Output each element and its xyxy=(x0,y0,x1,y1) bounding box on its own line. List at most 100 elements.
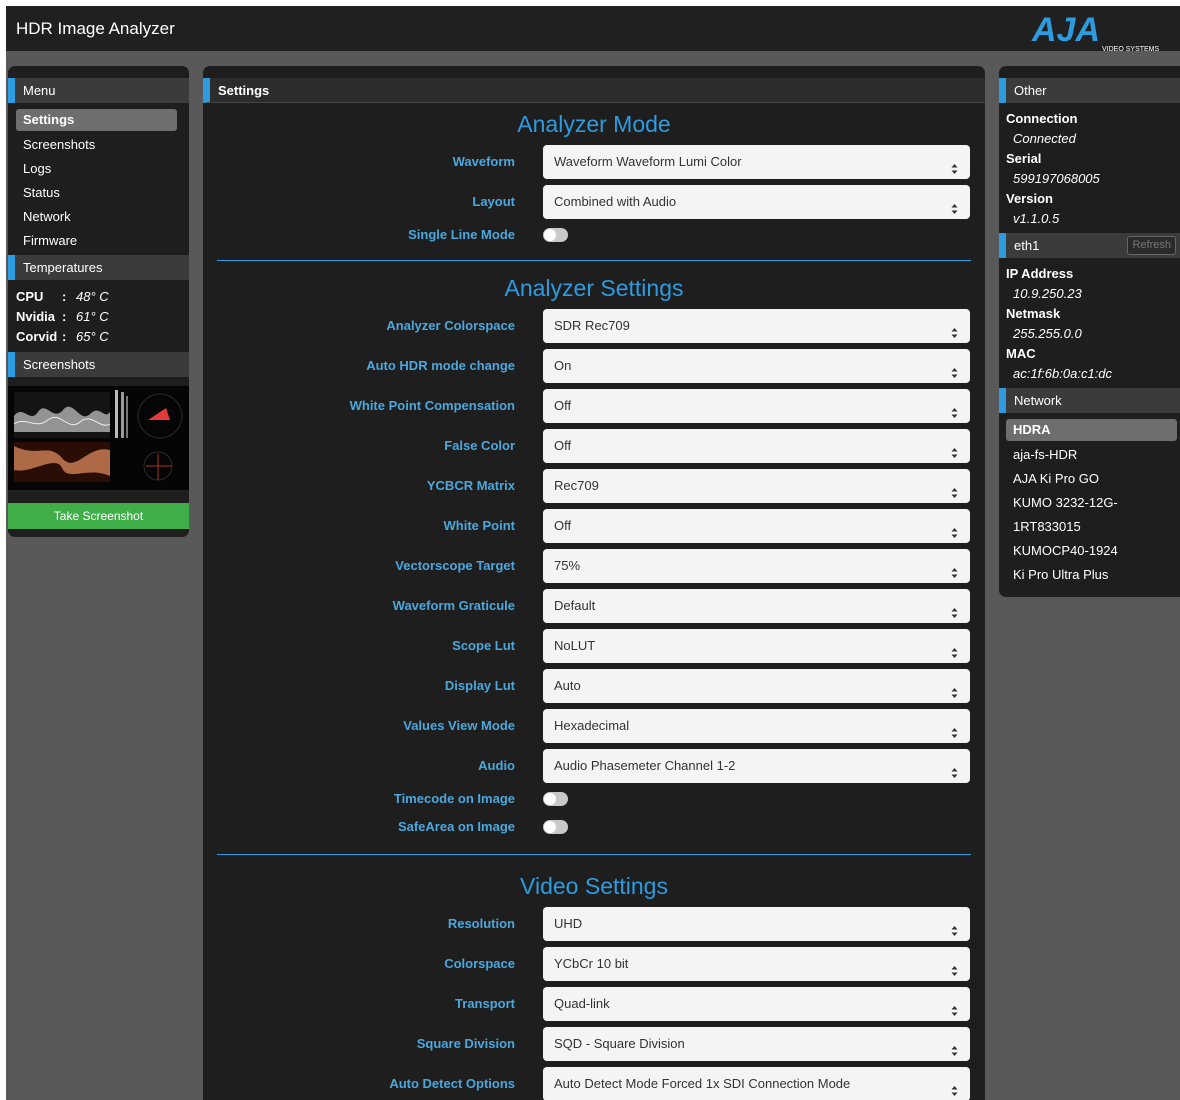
setting-label: White Point xyxy=(443,518,516,533)
network-item-aja-fs-hdr[interactable]: aja-fs-HDR xyxy=(1006,443,1177,467)
safearea-on-image-toggle[interactable] xyxy=(543,820,568,834)
setting-row-waveform-graticule: Waveform Graticule Default xyxy=(203,589,985,629)
auto-detect-options-select[interactable]: Auto Detect Mode Forced 1x SDI Connectio… xyxy=(543,1067,970,1100)
setting-label: Colorspace xyxy=(444,956,515,971)
setting-row-audio: Audio Audio Phasemeter Channel 1-2 xyxy=(203,749,985,789)
app-title: HDR Image Analyzer xyxy=(16,19,175,38)
select-value: Off xyxy=(554,398,572,413)
setting-label: Display Lut xyxy=(444,678,515,693)
section-title-analyzer-settings: Analyzer Settings xyxy=(504,275,684,301)
temp-row-cpu: CPU:48° C xyxy=(16,286,189,306)
white-point-select[interactable]: Off xyxy=(543,509,970,543)
setting-label: Waveform xyxy=(452,154,515,169)
select-caret-icon xyxy=(951,719,958,738)
select-caret-icon xyxy=(951,155,958,174)
settings-header: Settings xyxy=(203,78,985,103)
refresh-button[interactable]: Refresh xyxy=(1127,236,1176,255)
temp-name: Corvid xyxy=(16,328,58,344)
setting-label: Audio xyxy=(478,758,515,773)
select-caret-icon xyxy=(951,559,958,578)
transport-select[interactable]: Quad-link xyxy=(543,987,970,1021)
select-value: On xyxy=(554,358,572,373)
select-caret-icon xyxy=(951,519,958,538)
menu-item-network[interactable]: Network xyxy=(16,205,177,229)
info-value-connection: Connected xyxy=(1013,131,1076,146)
colorspace-select[interactable]: YCbCr 10 bit xyxy=(543,947,970,981)
waveform-graticule-select[interactable]: Default xyxy=(543,589,970,623)
setting-row-white-point: White Point Off xyxy=(203,509,985,549)
false-color-select[interactable]: Off xyxy=(543,429,970,463)
display-lut-select[interactable]: Auto xyxy=(543,669,970,703)
ycbcr-matrix-select[interactable]: Rec709 xyxy=(543,469,970,503)
info-value-ip-address: 10.9.250.23 xyxy=(1013,286,1082,301)
setting-row-safearea-on-image: SafeArea on Image xyxy=(203,817,985,845)
eth1-title: eth1 xyxy=(1014,238,1040,253)
setting-label: White Point Compensation xyxy=(349,398,515,413)
screenshots-header: Screenshots xyxy=(8,352,189,377)
info-key-netmask: Netmask xyxy=(1006,306,1061,321)
network-item-ki-pro-ultra-plus[interactable]: Ki Pro Ultra Plus xyxy=(1006,563,1177,587)
setting-label: YCBCR Matrix xyxy=(426,478,515,493)
section-title-video-settings: Video Settings xyxy=(520,873,668,899)
white-point-compensation-select[interactable]: Off xyxy=(543,389,970,423)
info-value-version: v1.1.0.5 xyxy=(1013,211,1060,226)
select-value: Auto xyxy=(554,678,581,693)
top-bar: HDR Image Analyzer AJA VIDEO SYSTEMS xyxy=(6,6,1180,53)
layout-select[interactable]: Combined with Audio xyxy=(543,185,970,219)
select-value: Rec709 xyxy=(554,478,599,493)
select-value: Audio Phasemeter Channel 1-2 xyxy=(554,758,736,773)
menu-item-settings[interactable]: Settings xyxy=(16,109,177,131)
menu-item-firmware[interactable]: Firmware xyxy=(16,229,177,253)
auto-hdr-mode-change-select[interactable]: On xyxy=(543,349,970,383)
network-item-aja-ki-pro-go[interactable]: AJA Ki Pro GO xyxy=(1006,467,1177,491)
left-panel: Menu Settings Screenshots Logs Status Networ… xyxy=(8,66,189,537)
setting-row-transport: Transport Quad-link xyxy=(203,987,985,1027)
network-item-hdra[interactable]: HDRA xyxy=(1006,419,1177,441)
info-value-netmask: 255.255.0.0 xyxy=(1013,326,1082,341)
network-item-kumo-3232-12g-1rt833015[interactable]: KUMO 3232-12G-1RT833015 xyxy=(1006,491,1177,539)
waveform-select[interactable]: Waveform Waveform Lumi Color xyxy=(543,145,970,179)
temp-separator: : xyxy=(62,328,67,344)
square-division-select[interactable]: SQD - Square Division xyxy=(543,1027,970,1061)
take-screenshot-button[interactable]: Take Screenshot xyxy=(8,503,189,529)
menu-item-status[interactable]: Status xyxy=(16,181,177,205)
temp-row-corvid: Corvid:65° C xyxy=(16,326,189,346)
select-value: Auto Detect Mode Forced 1x SDI Connectio… xyxy=(554,1076,851,1091)
select-caret-icon xyxy=(951,599,958,618)
scope-lut-select[interactable]: NoLUT xyxy=(543,629,970,663)
menu-item-screenshots[interactable]: Screenshots xyxy=(16,133,177,157)
menu-list: Settings Screenshots Logs Status Network Firm… xyxy=(8,103,189,255)
settings-sections: Analyzer Mode Waveform Waveform Waveform L… xyxy=(203,107,985,1100)
section-title-analyzer-mode: Analyzer Mode xyxy=(517,111,671,137)
screenshot-thumbnail[interactable] xyxy=(8,386,189,490)
temp-separator: : xyxy=(62,288,67,304)
temp-row-nvidia: Nvidia:61° C xyxy=(16,306,189,326)
vectorscope-target-select[interactable]: 75% xyxy=(543,549,970,583)
setting-label: Single Line Mode xyxy=(408,227,515,242)
select-value: NoLUT xyxy=(554,638,596,653)
select-caret-icon xyxy=(951,479,958,498)
info-key-ip-address: IP Address xyxy=(1006,266,1074,281)
menu-item-logs[interactable]: Logs xyxy=(16,157,177,181)
single-line-mode-toggle[interactable] xyxy=(543,228,568,242)
setting-label: False Color xyxy=(444,438,515,453)
network-item-kumocp40-1924[interactable]: KUMOCP40-1924 xyxy=(1006,539,1177,563)
other-header: Other xyxy=(999,78,1180,103)
select-caret-icon xyxy=(951,399,958,418)
select-value: Hexadecimal xyxy=(554,718,630,733)
resolution-select[interactable]: UHD xyxy=(543,907,970,941)
select-value: YCbCr 10 bit xyxy=(554,956,629,971)
eth1-info: IP Address 10.9.250.23 Netmask 255.255.0.0 M… xyxy=(999,258,1180,388)
temp-name: CPU xyxy=(16,288,44,304)
select-value: UHD xyxy=(554,916,583,931)
setting-label: Square Division xyxy=(416,1036,515,1051)
setting-row-single-line-mode: Single Line Mode xyxy=(203,225,985,253)
setting-row-colorspace: Colorspace YCbCr 10 bit xyxy=(203,947,985,987)
setting-row-waveform: Waveform Waveform Waveform Lumi Color xyxy=(203,145,985,185)
analyzer-colorspace-select[interactable]: SDR Rec709 xyxy=(543,309,970,343)
select-caret-icon xyxy=(951,679,958,698)
values-view-mode-select[interactable]: Hexadecimal xyxy=(543,709,970,743)
select-caret-icon xyxy=(951,1077,958,1096)
timecode-on-image-toggle[interactable] xyxy=(543,792,568,806)
audio-select[interactable]: Audio Phasemeter Channel 1-2 xyxy=(543,749,970,783)
